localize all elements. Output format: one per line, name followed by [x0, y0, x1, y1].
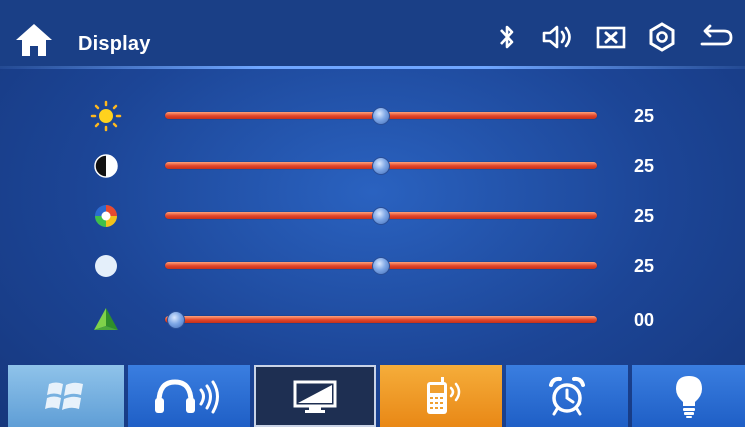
mute-icon[interactable]: [594, 20, 628, 54]
bluetooth-icon[interactable]: [496, 20, 518, 54]
display-icon: [293, 380, 337, 413]
sharpness-slider-knob[interactable]: [167, 311, 185, 329]
hue-slider-knob[interactable]: [372, 257, 390, 275]
contrast-value: 25: [634, 156, 655, 176]
headphones-icon: [155, 379, 219, 414]
sharpness-icon: [94, 308, 118, 330]
bottom-tab-bar: [0, 365, 745, 427]
settings-icon[interactable]: [646, 20, 678, 54]
alarm-icon: [549, 376, 585, 416]
tab-windows[interactable]: [8, 365, 124, 427]
tab-audio[interactable]: [128, 365, 250, 427]
saturation-value: 25: [634, 206, 655, 226]
tab-brightness[interactable]: [632, 365, 745, 427]
saturation-row: 25: [0, 196, 745, 236]
contrast-slider-knob[interactable]: [372, 157, 390, 175]
display-settings-screen: Display 25 25 25 25 00: [0, 0, 745, 427]
sharpness-value: 00: [634, 310, 655, 330]
home-icon[interactable]: [14, 22, 54, 58]
tab-display[interactable]: [254, 365, 376, 427]
header-bar: Display: [0, 0, 745, 68]
page-title: Display: [78, 33, 151, 55]
brightness-row: 25: [0, 96, 745, 136]
back-icon[interactable]: [696, 20, 736, 54]
saturation-slider-knob[interactable]: [372, 207, 390, 225]
contrast-icon: [94, 154, 118, 178]
brightness-icon: [90, 100, 122, 132]
hue-value: 25: [634, 256, 655, 276]
volume-icon[interactable]: [540, 20, 576, 54]
bulb-icon: [675, 376, 702, 418]
contrast-row: 25: [0, 146, 745, 186]
sharpness-slider-track[interactable]: [165, 316, 597, 323]
tab-alarm[interactable]: [506, 365, 628, 427]
hue-icon: [95, 255, 117, 277]
brightness-slider-knob[interactable]: [372, 107, 390, 125]
windows-icon: [45, 382, 83, 410]
tab-phone[interactable]: [380, 365, 502, 427]
phone-icon: [427, 377, 461, 414]
brightness-value: 25: [634, 106, 655, 126]
saturation-icon: [95, 205, 117, 227]
sharpness-row: 00: [0, 300, 745, 340]
hue-row: 25: [0, 246, 745, 286]
header-divider: [0, 66, 745, 69]
